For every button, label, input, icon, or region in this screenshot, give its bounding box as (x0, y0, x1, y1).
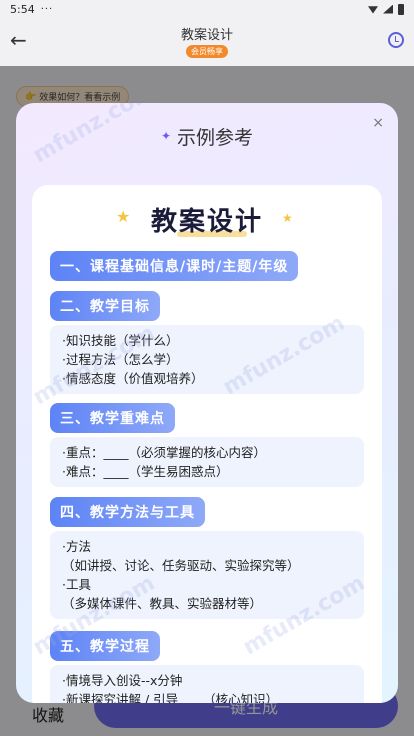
signal-icon (383, 4, 393, 14)
section-heading: 四、教学方法与工具 (50, 497, 205, 527)
section-line: ·新课探究讲解 / 引导____（核心知识） (62, 692, 279, 703)
section-line: （多媒体课件、教具、实验器材等） (62, 596, 263, 611)
section-line: ·工具 (62, 577, 91, 592)
document-title: 教案设计 (150, 207, 263, 237)
section-line: ·方法 (62, 539, 91, 554)
example-modal: ✦ 示例参考 × ★ ★ 教案设计 一、课程基础信息/课时/主题/年级 二、教学… (16, 103, 398, 703)
app-bar: ← 教案设计 会员畅享 (0, 18, 414, 66)
vip-badge: 会员畅享 (186, 45, 228, 58)
modal-title: 示例参考 (177, 126, 254, 149)
magic-wand-icon: ✦ (160, 129, 172, 143)
status-time: 5:54 (10, 2, 35, 16)
section-body: ·知识技能（学什么） ·过程方法（怎么学） ·情感态度（价值观培养） (50, 325, 364, 394)
section-body: ·重点：____（必须掌握的核心内容） ·难点：____（学生易困惑点） (50, 437, 364, 487)
history-icon[interactable] (388, 32, 404, 48)
section-line: ·难点：____（学生易困惑点） (62, 464, 229, 479)
section-heading: 二、教学目标 (50, 291, 160, 321)
section-heading: 五、教学过程 (50, 631, 160, 661)
section-heading: 三、教学重难点 (50, 403, 175, 433)
wifi-icon (368, 6, 378, 14)
section-body: ·方法 （如讲授、讨论、任务驱动、实验探究等） ·工具 （多媒体课件、教具、实验… (50, 531, 364, 619)
section-line: ·重点：____（必须掌握的核心内容） (62, 445, 266, 460)
status-notification-dots: ··· (40, 3, 54, 15)
section-line: ·过程方法（怎么学） (62, 352, 179, 367)
section-body: ·情境导入创设--x分钟 ·新课探究讲解 / 引导____（核心知识） (50, 665, 364, 703)
status-icons (368, 3, 404, 15)
battery-icon (398, 3, 404, 15)
modal-header: ✦ 示例参考 (16, 103, 398, 169)
status-bar: 5:54 ··· (0, 0, 414, 18)
page-title: 教案设计 (180, 28, 233, 43)
section-heading: 一、课程基础信息/课时/主题/年级 (50, 251, 299, 281)
close-icon[interactable]: × (372, 115, 384, 131)
section-line: ·情境导入创设--x分钟 (62, 673, 183, 688)
section-line: （如讲授、讨论、任务驱动、实验探究等） (62, 558, 300, 573)
section-line: ·情感态度（价值观培养） (62, 371, 204, 386)
example-card: ★ ★ 教案设计 一、课程基础信息/课时/主题/年级 二、教学目标 ·知识技能（… (32, 185, 382, 703)
section-line: ·知识技能（学什么） (62, 333, 179, 348)
